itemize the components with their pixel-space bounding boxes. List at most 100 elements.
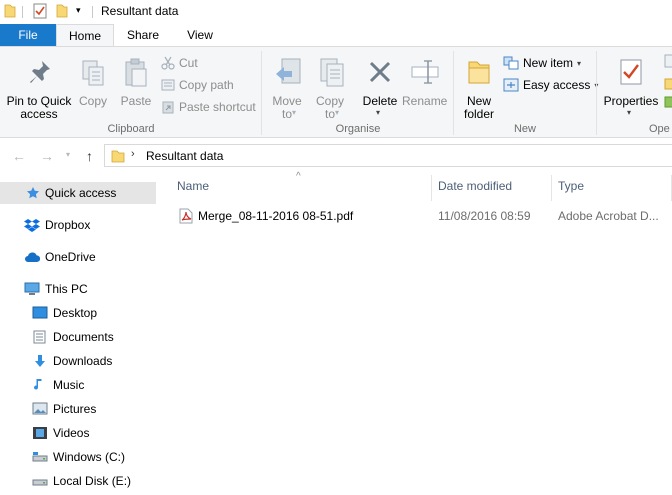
copy-label: Copy	[78, 94, 107, 108]
properties-label: Properties	[603, 94, 659, 108]
organise-group-label: Organise	[335, 123, 381, 135]
column-header-date-modified[interactable]: Date modified	[438, 179, 512, 193]
nav-item-quick-access[interactable]: Quick access	[0, 182, 156, 204]
nav-item-onedrive[interactable]: OneDrive	[0, 246, 96, 268]
table-row[interactable]: Merge_08-11-2016 08-51.pdf 11/08/2016 08…	[175, 206, 672, 226]
nav-item-videos[interactable]: Videos	[0, 422, 89, 444]
videos-icon	[33, 427, 47, 439]
paste-icon	[125, 58, 147, 87]
delete-button[interactable]: Delete ▾	[358, 51, 402, 121]
ribbon-home: Pin to Quick access Copy Paste Cut Copy …	[0, 46, 672, 138]
chevron-down-icon: ▾	[627, 108, 632, 117]
pictures-icon	[32, 402, 48, 415]
new-folder-quick-icon[interactable]	[56, 4, 68, 21]
address-bar[interactable]: › Resultant data	[104, 144, 672, 167]
pin-label-line2: access	[20, 107, 58, 121]
scissors-icon	[161, 56, 175, 70]
recent-locations-chevron-icon[interactable]: ▾	[66, 150, 70, 159]
sort-ascending-icon: ^	[296, 171, 301, 182]
tab-file[interactable]: File	[0, 24, 56, 46]
chevron-down-icon: ▾	[376, 108, 381, 117]
drive-icon	[32, 479, 48, 486]
rename-button[interactable]: Rename	[402, 51, 448, 111]
pin-to-quick-access-button[interactable]: Pin to Quick access	[4, 51, 74, 121]
file-list: ^ Name Date modified Type Merge_08-11-20…	[158, 171, 672, 495]
download-icon	[35, 355, 45, 367]
computer-icon	[24, 282, 40, 295]
drive-icon	[32, 452, 48, 462]
forward-arrow-icon[interactable]: →	[40, 148, 54, 164]
pin-icon	[30, 61, 50, 83]
new-folder-label-line2: folder	[463, 107, 495, 121]
nav-item-dropbox[interactable]: Dropbox	[0, 214, 90, 236]
nav-item-windows-c[interactable]: Windows (C:)	[0, 446, 125, 468]
breadcrumb-chevron-icon[interactable]: ›	[131, 148, 135, 160]
chevron-down-icon: ▾	[577, 58, 582, 68]
column-divider[interactable]	[551, 175, 552, 201]
open-group-partial-icons	[664, 54, 672, 108]
ribbon-tabs: File Home Share View	[0, 24, 672, 47]
nav-item-documents[interactable]: Documents	[0, 326, 114, 348]
nav-item-music[interactable]: Music	[0, 374, 84, 396]
easy-access-label: Easy access	[523, 78, 591, 92]
cut-button[interactable]: Cut	[161, 54, 198, 72]
up-arrow-icon[interactable]: ↑	[86, 148, 93, 164]
nav-item-desktop[interactable]: Desktop	[0, 302, 97, 324]
chevron-down-icon: ▾	[335, 108, 340, 117]
copy-path-button[interactable]: Copy path	[161, 76, 234, 94]
dropbox-icon	[24, 219, 40, 232]
column-header-type[interactable]: Type	[558, 179, 584, 193]
back-arrow-icon[interactable]: ←	[12, 148, 26, 164]
file-name: Merge_08-11-2016 08-51.pdf	[198, 209, 354, 223]
nav-item-this-pc[interactable]: This PC	[0, 278, 88, 300]
documents-icon	[33, 330, 46, 344]
column-header-name[interactable]: Name	[177, 179, 209, 193]
customize-toolbar-icon[interactable]: ▾	[76, 5, 81, 16]
paste-button[interactable]: Paste	[118, 51, 154, 111]
column-divider[interactable]	[431, 175, 432, 201]
breadcrumb-path[interactable]: Resultant data	[146, 149, 223, 163]
paste-shortcut-label: Paste shortcut	[179, 100, 256, 114]
cut-label: Cut	[179, 56, 198, 70]
paste-label: Paste	[120, 94, 152, 108]
folder-icon	[4, 4, 16, 21]
properties-quick-icon[interactable]	[33, 3, 47, 22]
delete-label: Delete	[362, 94, 398, 108]
paste-shortcut-icon	[162, 101, 174, 114]
new-item-button[interactable]: New item ▾	[503, 54, 581, 72]
copy-path-label: Copy path	[179, 78, 234, 92]
desktop-icon	[32, 306, 48, 319]
copy-to-icon	[320, 58, 344, 87]
nav-item-downloads[interactable]: Downloads	[0, 350, 112, 372]
nav-item-local-disk-e[interactable]: Local Disk (E:)	[0, 470, 131, 492]
address-row: ← → ▾ ↑ › Resultant data	[0, 139, 672, 173]
copy-icon	[82, 60, 104, 86]
tab-home[interactable]: Home	[56, 24, 114, 47]
tab-view[interactable]: View	[172, 24, 228, 46]
group-divider	[261, 51, 262, 135]
new-folder-button[interactable]: New folder	[458, 51, 500, 121]
properties-icon	[620, 59, 642, 85]
file-type: Adobe Acrobat D...	[558, 209, 659, 223]
cloud-icon	[25, 252, 40, 262]
divider	[92, 6, 93, 18]
folder-icon	[111, 150, 125, 163]
move-to-label-line2: to	[281, 107, 292, 121]
pdf-file-icon	[179, 208, 193, 224]
copy-button[interactable]: Copy	[76, 51, 110, 111]
new-item-label: New item	[523, 56, 574, 70]
easy-access-icon	[503, 78, 519, 92]
new-folder-icon	[468, 61, 490, 84]
tab-share[interactable]: Share	[114, 24, 172, 46]
nav-item-pictures[interactable]: Pictures	[0, 398, 96, 420]
easy-access-button[interactable]: Easy access ▾	[503, 76, 598, 94]
navigation-pane: Quick access Dropbox OneDrive This PC De…	[0, 173, 158, 495]
copy-to-button[interactable]: Copy to ▾	[310, 51, 350, 121]
move-to-button[interactable]: Move to ▾	[267, 51, 307, 121]
music-icon	[34, 379, 42, 390]
rename-label: Rename	[402, 94, 448, 108]
properties-button[interactable]: Properties ▾	[601, 51, 661, 121]
open-group-label: Ope	[649, 123, 670, 135]
paste-shortcut-button[interactable]: Paste shortcut	[161, 98, 256, 116]
new-item-icon	[503, 56, 519, 70]
